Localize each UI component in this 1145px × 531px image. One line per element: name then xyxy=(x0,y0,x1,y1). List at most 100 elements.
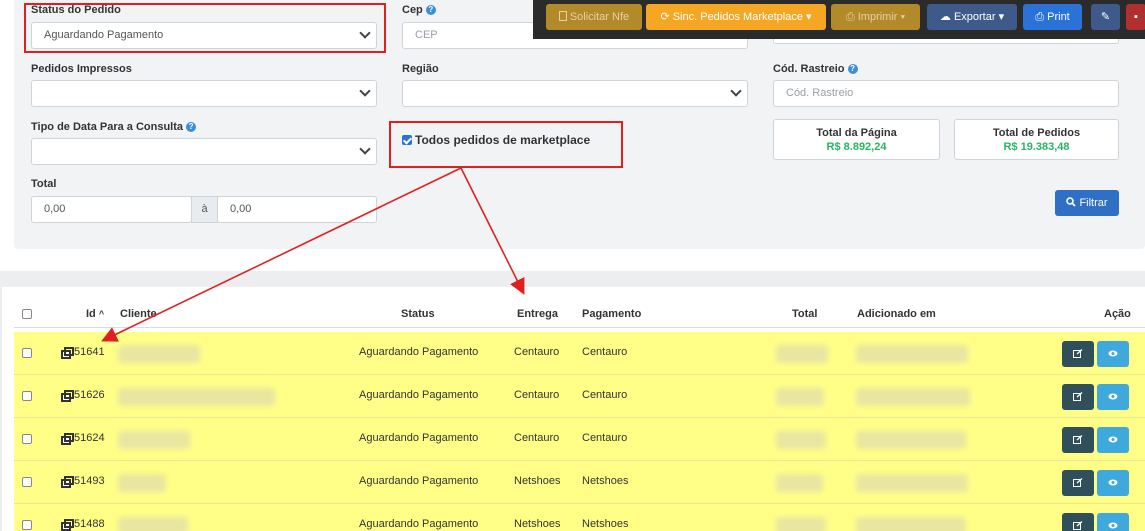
row-checkbox[interactable] xyxy=(22,348,32,358)
total-from-input[interactable]: 0,00 xyxy=(31,196,192,223)
header-adicionado[interactable]: Adicionado em xyxy=(857,308,936,320)
eye-icon xyxy=(1108,350,1118,357)
row-entrega: Centauro xyxy=(514,389,560,401)
tipo-data-select[interactable] xyxy=(31,138,377,165)
header-acao: Ação xyxy=(1104,308,1131,320)
row-edit-button[interactable] xyxy=(1062,470,1094,496)
rastreio-label: Cód. Rastreio? xyxy=(773,63,858,75)
file-icon xyxy=(558,11,567,21)
row-edit-button[interactable] xyxy=(1062,427,1094,453)
sort-asc-icon: ^ xyxy=(98,309,105,319)
imprimir-button[interactable]: ⎙ Imprimir ▾ xyxy=(831,4,920,30)
row-status: Aguardando Pagamento xyxy=(359,518,479,530)
edit-icon xyxy=(1073,349,1083,358)
chevron-down-icon xyxy=(359,85,371,97)
delete-toolbar-button[interactable]: ▪ xyxy=(1126,4,1145,30)
row-checkbox[interactable] xyxy=(22,477,32,487)
solicitar-nfe-button[interactable]: Solicitar Nfe xyxy=(546,4,642,30)
row-checkbox[interactable] xyxy=(22,434,32,444)
print-button[interactable]: ⎙ Print xyxy=(1023,4,1082,30)
window-restore-icon xyxy=(61,347,74,359)
exportar-button[interactable]: ☁ Exportar ▾ xyxy=(927,4,1017,30)
row-id-cell[interactable]: 51624 xyxy=(61,432,105,445)
table-row[interactable]: 51624 Aguardando Pagamento Centauro Centaur… xyxy=(14,418,1145,461)
header-id[interactable]: Id ^ xyxy=(86,308,104,320)
row-edit-button[interactable] xyxy=(1062,513,1094,531)
rastreio-input[interactable]: Cód. Rastreio xyxy=(773,80,1119,107)
total-redacted xyxy=(776,474,823,492)
total-pagina-value: R$ 8.892,24 xyxy=(826,141,887,153)
chevron-down-icon xyxy=(730,85,742,97)
row-entrega: Centauro xyxy=(514,432,560,444)
info-icon: ? xyxy=(847,64,858,74)
total-pedidos-title: Total de Pedidos xyxy=(992,127,1081,139)
row-entrega: Centauro xyxy=(514,346,560,358)
eye-icon xyxy=(1108,393,1118,400)
search-icon xyxy=(1066,197,1077,207)
header-status[interactable]: Status xyxy=(401,308,435,320)
row-pagamento: Netshoes xyxy=(582,518,629,530)
caret-down-icon: ▾ xyxy=(806,11,812,23)
cliente-redacted xyxy=(118,474,166,492)
row-id-cell[interactable]: 51493 xyxy=(61,475,105,488)
action-toolbar: Solicitar Nfe ⟳ Sinc. Pedidos Marketplac… xyxy=(533,0,1145,39)
select-all-checkbox[interactable] xyxy=(22,309,32,319)
edit-icon xyxy=(1073,478,1083,487)
cliente-redacted xyxy=(118,388,275,406)
row-view-button[interactable] xyxy=(1097,427,1129,453)
impressos-select[interactable] xyxy=(31,80,377,107)
header-total[interactable]: Total xyxy=(792,308,817,320)
header-cliente[interactable]: Cliente xyxy=(120,308,157,320)
total-redacted xyxy=(776,431,826,449)
row-edit-button[interactable] xyxy=(1062,341,1094,367)
eye-icon xyxy=(1108,436,1118,443)
info-icon: ? xyxy=(186,122,197,132)
printer-icon: ⎙ xyxy=(845,11,855,23)
row-status: Aguardando Pagamento xyxy=(359,346,479,358)
caret-down-icon: ▾ xyxy=(998,11,1005,23)
row-id-cell[interactable]: 51641 xyxy=(61,346,105,359)
edit-icon: ✎ xyxy=(1100,11,1111,23)
row-entrega: Netshoes xyxy=(514,518,561,530)
filtrar-button[interactable]: Filtrar xyxy=(1055,190,1119,216)
info-icon: ? xyxy=(425,5,436,15)
trash-icon: ▪ xyxy=(1134,11,1138,23)
row-checkbox[interactable] xyxy=(22,391,32,401)
eye-icon xyxy=(1108,479,1118,486)
row-pagamento: Centauro xyxy=(582,432,628,444)
date-redacted xyxy=(856,388,970,406)
row-view-button[interactable] xyxy=(1097,513,1129,531)
edit-icon xyxy=(1073,435,1083,444)
total-range-separator: à xyxy=(191,196,218,223)
row-view-button[interactable] xyxy=(1097,470,1129,496)
total-label: Total xyxy=(31,178,57,190)
window-restore-icon xyxy=(61,390,74,402)
cep-label: Cep? xyxy=(402,4,436,16)
table-row[interactable]: 51626 Aguardando Pagamento Centauro Centaur… xyxy=(14,375,1145,418)
annotation-box-marketplace xyxy=(389,121,623,168)
cliente-redacted xyxy=(118,517,188,531)
table-row[interactable]: 51493 Aguardando Pagamento Netshoes Netshoe… xyxy=(14,461,1145,504)
header-pagamento[interactable]: Pagamento xyxy=(582,308,641,320)
sinc-marketplace-button[interactable]: ⟳ Sinc. Pedidos Marketplace ▾ xyxy=(646,4,826,30)
table-row[interactable]: 51641 Aguardando Pagamento Centauro Centaur… xyxy=(14,332,1145,375)
total-pagina-title: Total da Página xyxy=(816,127,897,139)
total-pagina-box: Total da Página R$ 8.892,24 xyxy=(773,119,940,160)
edit-icon xyxy=(1073,521,1083,530)
total-to-input[interactable]: 0,00 xyxy=(217,196,377,223)
row-edit-button[interactable] xyxy=(1062,384,1094,410)
edit-icon xyxy=(1073,392,1083,401)
eye-icon xyxy=(1108,522,1118,529)
window-restore-icon xyxy=(61,476,74,488)
row-status: Aguardando Pagamento xyxy=(359,389,479,401)
regiao-select[interactable] xyxy=(402,80,748,107)
row-id-cell[interactable]: 51626 xyxy=(61,389,105,402)
edit-toolbar-button[interactable]: ✎ xyxy=(1091,4,1120,30)
row-checkbox[interactable] xyxy=(22,520,32,530)
table-row[interactable]: 51488 Aguardando Pagamento Netshoes Netshoe… xyxy=(14,504,1145,531)
row-id-cell[interactable]: 51488 xyxy=(61,518,105,531)
row-view-button[interactable] xyxy=(1097,384,1129,410)
row-status: Aguardando Pagamento xyxy=(359,475,479,487)
row-view-button[interactable] xyxy=(1097,341,1129,367)
header-entrega[interactable]: Entrega xyxy=(517,308,558,320)
